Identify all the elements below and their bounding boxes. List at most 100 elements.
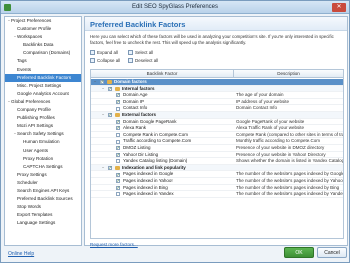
ok-button[interactable]: OK (284, 247, 314, 258)
factor-name: Domain IP (123, 98, 145, 104)
sidebar-item-label: Comparison (Domains) (23, 50, 71, 56)
factor-checkbox[interactable] (116, 159, 120, 164)
select-all-label: Select all (135, 50, 154, 55)
factor-checkbox[interactable] (116, 152, 120, 158)
column-header-factor[interactable]: Backlink Factor (91, 71, 233, 76)
sidebar-item[interactable]: Preferred Backlink Factors (5, 73, 81, 82)
row-expand-icon[interactable]: − (102, 165, 104, 172)
factor-checkbox[interactable] (116, 106, 120, 111)
factor-name: DMOZ Listing (123, 144, 151, 150)
sidebar-item[interactable]: Export Templates (5, 211, 81, 219)
sidebar-item[interactable]: Proxy Rotation (5, 155, 81, 163)
table-header: Backlink Factor Description (91, 70, 343, 78)
factor-checkbox[interactable] (108, 112, 112, 119)
sidebar-item-label: Search Safety Settings (17, 131, 64, 137)
sidebar-item[interactable]: Tags (5, 57, 81, 65)
sidebar-item[interactable]: User Agents (5, 147, 81, 155)
request-more-factors-link[interactable]: Request more factors... (90, 242, 138, 247)
table-row[interactable]: Domain Google PageRank Google PageRank of… (91, 119, 343, 125)
factor-checkbox[interactable] (108, 165, 112, 172)
sidebar-item[interactable]: −Global Preferences (5, 98, 81, 106)
factor-checkbox[interactable] (116, 132, 120, 137)
factor-checkbox[interactable] (116, 185, 120, 191)
expand-all-button[interactable]: Expand all (90, 50, 118, 56)
factor-checkbox[interactable] (116, 172, 120, 178)
factor-name: Contact Info (123, 105, 148, 111)
table-row[interactable]: Alexa Rank Alexa Traffic Rank of your web… (91, 125, 343, 132)
factor-name: External factors (122, 111, 157, 117)
window-title: Edit SEO SpyGlass Preferences (131, 4, 219, 10)
online-help-link[interactable]: Online Help (8, 251, 34, 257)
factor-checkbox[interactable] (116, 192, 120, 197)
table-row[interactable]: DMOZ Listing Presence of your website in … (91, 145, 343, 152)
sidebar-item[interactable]: Human Emulation (5, 138, 81, 146)
deselect-all-button[interactable]: Deselect all (128, 58, 158, 64)
sidebar-item-label: Human Emulation (23, 139, 60, 145)
select-all-button[interactable]: Select all (128, 50, 153, 56)
sidebar-item[interactable]: −Workspaces (5, 33, 81, 41)
table-row[interactable]: Pages indexed in Yandex The number of the… (91, 191, 343, 198)
sidebar-item[interactable]: Comparison (Domains) (5, 49, 81, 57)
sidebar-item[interactable]: −Search Safety Settings (5, 130, 81, 138)
sidebar-item[interactable]: Stop Words (5, 203, 81, 211)
table-row[interactable]: Traffic according to Compete.Com Monthly … (91, 138, 343, 145)
sidebar-item[interactable]: Publishing Profiles (5, 114, 81, 122)
table-row[interactable]: − External factors (91, 111, 343, 119)
column-header-description[interactable]: Description (234, 71, 343, 76)
sidebar-item[interactable]: Misc. Project Settings (5, 82, 81, 90)
sidebar-item[interactable]: Google Analytics Account (5, 90, 81, 98)
row-expand-icon[interactable]: − (102, 112, 104, 119)
factor-name: Traffic according to Compete.Com (123, 138, 192, 144)
sidebar-item[interactable]: Backlinks Data (5, 41, 81, 49)
factor-checkbox[interactable] (116, 178, 120, 185)
sidebar-item[interactable]: Scheduler (5, 179, 81, 187)
table-row[interactable]: Pages indexed in Yahoo! The number of the… (91, 178, 343, 185)
sidebar-item-label: Workspaces (17, 34, 43, 40)
table-row[interactable]: − Indexation and link popularity (91, 164, 343, 172)
sidebar-item[interactable]: Mozi API Settings (5, 122, 81, 130)
sidebar-item[interactable]: Search Engines API Keys (5, 187, 81, 195)
table-row[interactable]: Contact Info Domain Contact Info (91, 105, 343, 112)
table-row[interactable]: Pages indexed in Bing The number of the w… (91, 185, 343, 191)
sidebar-item[interactable]: Events (5, 66, 81, 74)
table-row[interactable]: Domain IP IP address of your website (91, 99, 343, 106)
sidebar-item[interactable]: Customer Profile (5, 25, 81, 33)
table-row[interactable]: Yahoo! Dir Listing Presence of your websi… (91, 151, 343, 158)
sidebar-item[interactable]: Language Settings (5, 219, 81, 227)
table-row[interactable]: − Domain factors (91, 79, 343, 86)
collapse-all-button[interactable]: Collapse all (90, 58, 120, 64)
factor-description: IP address of your website (236, 98, 289, 104)
factor-checkbox[interactable] (116, 145, 120, 152)
expand-all-label: Expand all (97, 50, 119, 55)
row-expand-icon[interactable]: − (102, 86, 104, 93)
factor-checkbox[interactable] (100, 79, 104, 86)
factor-checkbox[interactable] (116, 119, 120, 125)
folder-icon (107, 80, 112, 85)
sidebar-item-label: Customer Profile (17, 26, 52, 32)
factor-checkbox[interactable] (116, 139, 120, 144)
row-expand-icon[interactable]: − (94, 79, 96, 86)
close-button[interactable]: ✕ (332, 3, 346, 12)
factor-name: Pages indexed in Google (123, 171, 174, 177)
folder-icon (115, 86, 120, 91)
table-row[interactable]: Domain Age The age of your domain (91, 92, 343, 99)
factor-checkbox[interactable] (116, 125, 120, 132)
sidebar-item[interactable]: CAPTCHA Settings (5, 163, 81, 171)
factor-description: Presence of your website in Yahoo! Direc… (236, 151, 326, 157)
factor-checkbox[interactable] (116, 92, 120, 99)
cancel-button[interactable]: Cancel (317, 247, 347, 258)
sidebar-item[interactable]: −Project Preferences (5, 17, 81, 25)
factor-name: Compete Rank in Compete.Com (123, 131, 189, 137)
table-row[interactable]: Compete Rank in Compete.Com Compete Rank … (91, 132, 343, 139)
deselect-all-icon (128, 58, 133, 64)
sidebar-item[interactable]: Preferred Backlink Sources (5, 195, 81, 203)
factor-description: Presence of your website in DMOZ directo… (236, 144, 325, 150)
factor-checkbox[interactable] (108, 86, 112, 92)
table-row[interactable]: Yandex Catalog listing (Domain) Shows whe… (91, 158, 343, 165)
sidebar-item-label: Tags (17, 58, 27, 64)
table-row[interactable]: − Internal factors (91, 85, 343, 93)
sidebar-item[interactable]: Proxy Settings (5, 171, 81, 179)
sidebar-item[interactable]: Company Profile (5, 106, 81, 114)
factor-checkbox[interactable] (116, 99, 120, 106)
table-row[interactable]: Pages indexed in Google The number of the… (91, 171, 343, 178)
